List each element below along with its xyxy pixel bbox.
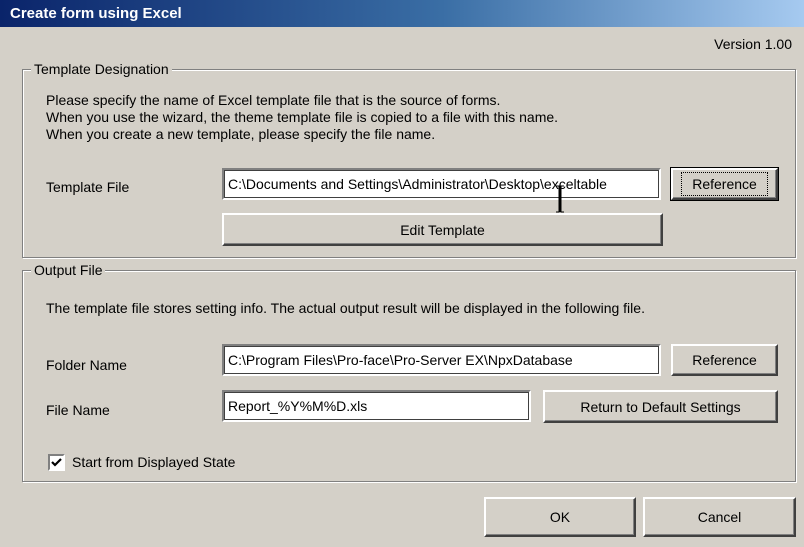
edit-template-button[interactable]: Edit Template [222, 213, 663, 246]
folder-reference-button[interactable]: Reference [671, 344, 778, 376]
instruction-line: Please specify the name of Excel templat… [46, 92, 501, 108]
folder-name-input[interactable]: C:\Program Files\Pro-face\Pro-Server EX\… [222, 344, 661, 376]
start-from-displayed-checkbox[interactable] [48, 454, 65, 471]
output-description: The template file stores setting info. T… [46, 300, 645, 316]
template-instructions: Please specify the name of Excel templat… [46, 92, 558, 143]
start-from-displayed-label[interactable]: Start from Displayed State [72, 454, 235, 470]
ok-button[interactable]: OK [484, 497, 636, 537]
instruction-line: When you use the wizard, the theme templ… [46, 109, 559, 125]
version-label: Version 1.00 [714, 36, 792, 52]
file-name-input[interactable]: Report_%Y%M%D.xls [222, 390, 531, 422]
text-cursor-icon [556, 185, 564, 213]
template-file-label: Template File [46, 179, 130, 195]
window-title-bar: Create form using Excel [0, 0, 804, 27]
output-file-legend: Output File [31, 261, 106, 279]
checkmark-icon [51, 458, 62, 467]
return-to-default-button[interactable]: Return to Default Settings [543, 390, 778, 423]
template-file-input[interactable]: C:\Documents and Settings\Administrator\… [222, 168, 661, 200]
folder-name-label: Folder Name [46, 357, 127, 373]
template-designation-legend: Template Designation [31, 60, 172, 78]
file-name-label: File Name [46, 402, 110, 418]
template-reference-label: Reference [681, 172, 768, 196]
cancel-button[interactable]: Cancel [643, 497, 796, 537]
template-reference-button[interactable]: Reference [670, 167, 779, 201]
window-title: Create form using Excel [10, 5, 182, 22]
instruction-line: When you create a new template, please s… [46, 126, 436, 142]
